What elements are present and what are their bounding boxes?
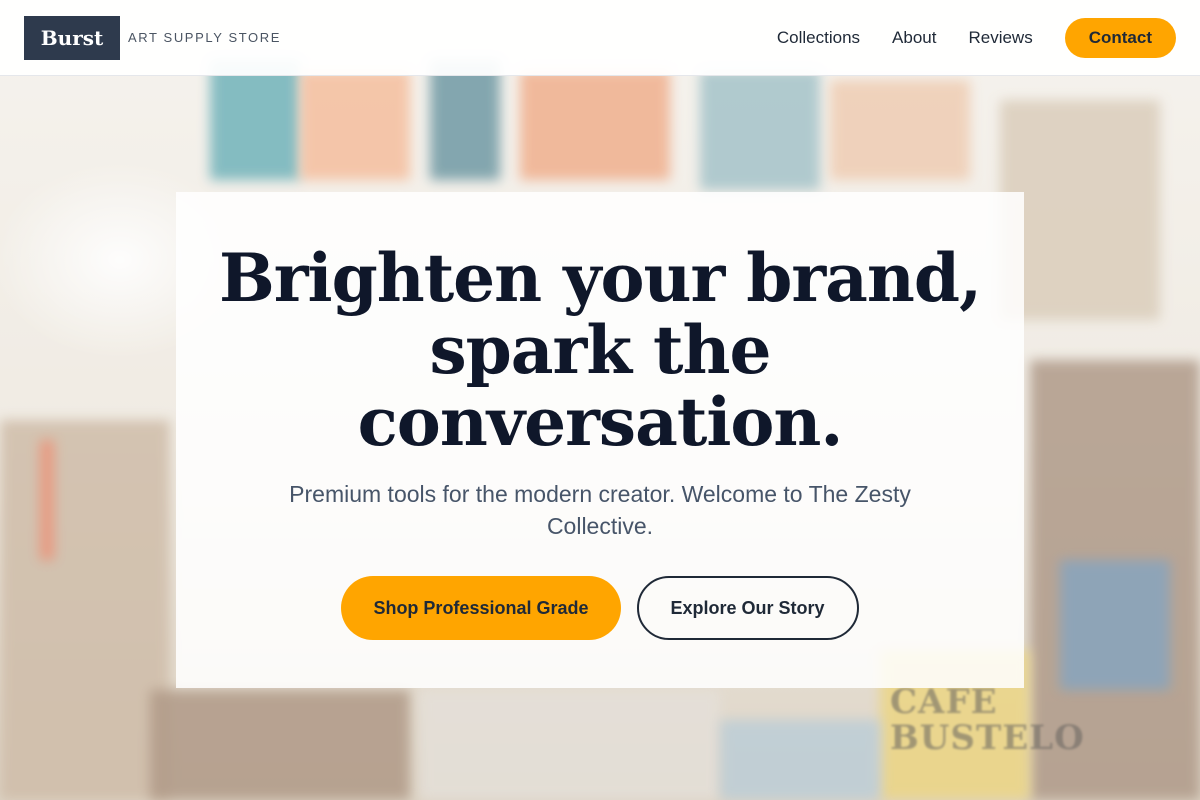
site-header: Burst ART SUPPLY STORE Collections About… (0, 0, 1200, 76)
shop-professional-button[interactable]: Shop Professional Grade (341, 576, 621, 640)
main-nav: Collections About Reviews (777, 28, 1033, 48)
nav-link-about[interactable]: About (892, 28, 936, 48)
nav-link-reviews[interactable]: Reviews (968, 28, 1032, 48)
contact-button[interactable]: Contact (1064, 17, 1176, 58)
explore-story-button[interactable]: Explore Our Story (636, 576, 859, 640)
nav-link-collections[interactable]: Collections (777, 28, 860, 48)
hero-card: Brighten your brand, spark the conversat… (176, 192, 1024, 688)
logo[interactable]: Burst (24, 15, 120, 60)
cta-row: Shop Professional Grade Explore Our Stor… (341, 576, 859, 640)
tagline: ART SUPPLY STORE (128, 30, 282, 45)
hero-subtitle: Premium tools for the modern creator. We… (289, 481, 911, 539)
hero-title: Brighten your brand, spark the conversat… (218, 239, 982, 461)
